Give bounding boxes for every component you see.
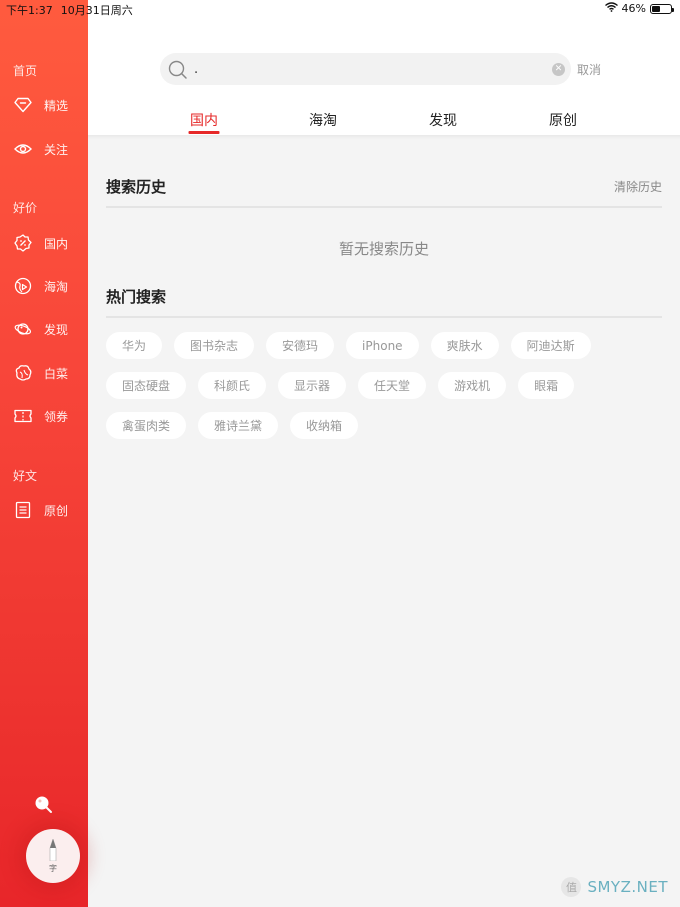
eye-icon [14,140,32,158]
status-bar-left: 下午1:37 10月31日周六 [6,2,141,18]
hot-search-chip[interactable]: 雅诗兰黛 [198,412,279,439]
sidebar-item-discover[interactable]: 发现 [14,320,68,338]
clear-history-button[interactable]: 清除历史 [614,178,662,195]
hot-search-chip[interactable]: 收纳箱 [290,412,359,439]
hot-search-chip[interactable]: iPhone [346,332,419,359]
sidebar-item-label: 关注 [44,142,69,157]
sidebar-item-domestic[interactable]: 国内 [14,234,68,252]
sidebar-item-label: 海淘 [44,279,69,294]
sidebar-item-label: 原创 [44,503,69,518]
hot-search-chip[interactable]: 眼霜 [518,372,575,399]
app-root: 首页 精选 关注 好价 国内 海淘 发现 白菜 领券 好文 原创 字 下午1:3… [0,0,680,907]
hot-search-chip[interactable]: 禽蛋肉类 [106,412,187,439]
sidebar-item-label: 白菜 [44,366,69,381]
sidebar-item-label: 国内 [44,236,69,251]
hot-search-chip[interactable]: 爽肤水 [430,332,499,359]
watermark-text: SMYZ.NET [587,878,668,896]
hot-search-chip[interactable]: 阿迪达斯 [510,332,591,359]
hot-search-chip[interactable]: 显示器 [278,372,347,399]
diamond-icon [14,96,32,114]
divider [106,206,662,208]
category-tabs: 国内 海淘 发现 原创 [88,108,680,135]
hot-search-chip[interactable]: 图书杂志 [174,332,255,359]
status-bar-right: 46% [604,2,674,15]
search-icon [168,60,188,80]
globe-play-icon [14,277,32,295]
clear-input-icon[interactable]: ✕ [552,63,565,76]
divider [106,316,662,318]
ticket-icon [14,407,32,425]
hot-search-chip[interactable]: 科颜氏 [198,372,267,399]
sidebar-item-label: 精选 [44,98,69,113]
sidebar-item-overseas[interactable]: 海淘 [14,277,68,295]
watermark-badge: 值 [561,877,582,897]
search-bar[interactable]: ✕ [160,53,571,85]
search-icon[interactable] [34,795,54,815]
hot-search-chip[interactable]: 游戏机 [438,372,507,399]
hot-search-chip[interactable]: 固态硬盘 [106,372,187,399]
cabbage-icon [14,364,32,382]
header-shadow [88,135,680,139]
discount-badge-icon [14,234,32,252]
fab-label: 字 [49,863,57,873]
pen-icon [49,837,57,861]
hot-search-chip[interactable]: 安德玛 [266,332,335,359]
cancel-button[interactable]: 取消 [577,61,601,78]
tab-overseas[interactable]: 海淘 [309,110,337,130]
sidebar-item-original[interactable]: 原创 [14,501,68,519]
sidebar-item-featured[interactable]: 精选 [14,96,68,114]
document-icon [14,501,32,519]
active-tab-indicator [188,131,220,134]
empty-history-text: 暂无搜索历史 [338,240,429,258]
hot-search-title: 热门搜索 [106,288,167,306]
sidebar-item-bargains[interactable]: 白菜 [14,364,68,382]
wifi-icon [604,2,618,15]
planet-icon [14,320,32,338]
search-history-title: 搜索历史 [106,178,167,196]
tab-domestic[interactable]: 国内 [190,110,218,130]
battery-icon [650,3,674,14]
hot-search-chip[interactable]: 任天堂 [358,372,427,399]
sidebar-item-follow[interactable]: 关注 [14,140,68,158]
sidebar-item-label: 发现 [44,322,69,337]
sidebar-section-deals: 好价 [13,201,38,215]
hot-search-list: 华为 图书杂志 安德玛 iPhone 爽肤水 阿迪达斯 固态硬盘 科颜氏 显示器… [106,332,662,439]
search-input[interactable] [194,53,544,85]
sidebar-item-coupons[interactable]: 领券 [14,407,68,425]
status-time: 下午1:37 [6,4,53,17]
sidebar-item-label: 领券 [44,409,69,424]
search-header: ✕ 取消 国内 海淘 发现 原创 [88,0,680,135]
watermark: 值 SMYZ.NET [561,877,668,897]
battery-percent: 46% [621,2,646,15]
tab-original[interactable]: 原创 [549,110,577,130]
write-fab-button[interactable]: 字 [26,829,80,883]
sidebar-section-home: 首页 [13,64,38,78]
sidebar-section-articles: 好文 [13,469,38,483]
tab-discover[interactable]: 发现 [429,110,457,130]
status-date: 10月31日周六 [60,4,133,17]
hot-search-chip[interactable]: 华为 [106,332,163,359]
sidebar: 首页 精选 关注 好价 国内 海淘 发现 白菜 领券 好文 原创 字 [0,0,88,907]
